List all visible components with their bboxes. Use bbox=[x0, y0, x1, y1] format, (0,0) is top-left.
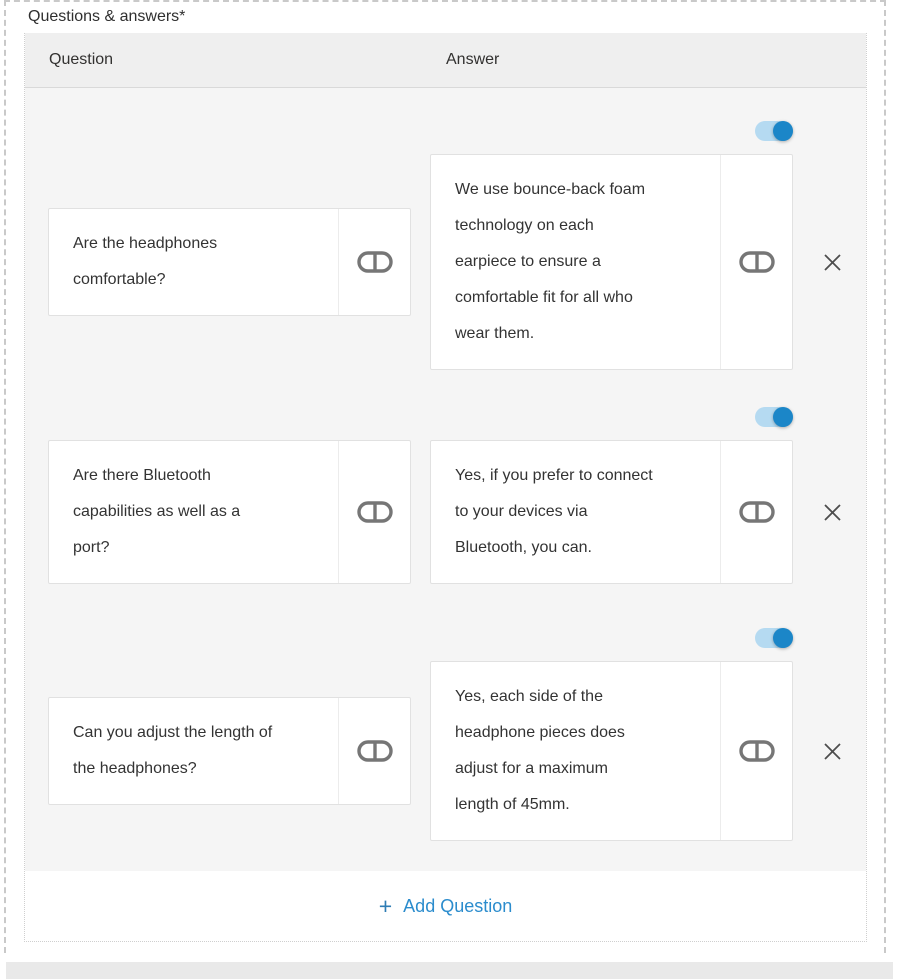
qa-table: Question Answer Are the headphones comfo… bbox=[24, 33, 867, 942]
toggle-knob-icon bbox=[773, 407, 793, 427]
answer-text-cell[interactable]: Yes, if you prefer to connect to your de… bbox=[431, 441, 720, 583]
close-icon bbox=[823, 503, 842, 522]
answer-field-type-button[interactable] bbox=[720, 155, 792, 369]
pill-toggle-icon bbox=[739, 740, 775, 762]
row-enabled-toggle[interactable] bbox=[755, 121, 793, 141]
answer-text: We use bounce-back foam technology on ea… bbox=[455, 172, 655, 352]
question-text-cell[interactable]: Can you adjust the length of the headpho… bbox=[49, 698, 338, 804]
row-toggle-container bbox=[48, 121, 793, 141]
qa-row: Are the headphones comfortable? We use b… bbox=[48, 88, 866, 370]
section-label: Questions & answers* bbox=[6, 2, 884, 33]
row-content: Can you adjust the length of the headpho… bbox=[48, 661, 866, 841]
question-text-cell[interactable]: Are there Bluetooth capabilities as well… bbox=[49, 441, 338, 583]
answer-text: Yes, if you prefer to connect to your de… bbox=[455, 458, 655, 566]
answer-text-cell[interactable]: Yes, each side of the headphone pieces d… bbox=[431, 662, 720, 840]
next-section-divider bbox=[6, 962, 893, 979]
remove-row-button[interactable] bbox=[820, 250, 844, 274]
close-icon bbox=[823, 742, 842, 761]
row-content: Are the headphones comfortable? We use b… bbox=[48, 154, 866, 370]
qa-table-body: Are the headphones comfortable? We use b… bbox=[25, 88, 866, 871]
qa-table-footer: + Add Question bbox=[25, 871, 866, 941]
qa-row: Are there Bluetooth capabilities as well… bbox=[48, 370, 866, 584]
question-field[interactable]: Are there Bluetooth capabilities as well… bbox=[48, 440, 411, 584]
pill-toggle-icon bbox=[739, 501, 775, 523]
pill-toggle-icon bbox=[357, 251, 393, 273]
answer-field-type-button[interactable] bbox=[720, 441, 792, 583]
column-header-answer: Answer bbox=[446, 51, 866, 69]
question-field[interactable]: Can you adjust the length of the headpho… bbox=[48, 697, 411, 805]
row-toggle-container bbox=[48, 628, 793, 648]
column-header-question: Question bbox=[25, 51, 446, 69]
question-field[interactable]: Are the headphones comfortable? bbox=[48, 208, 411, 316]
question-field-type-button[interactable] bbox=[338, 209, 410, 315]
pill-toggle-icon bbox=[739, 251, 775, 273]
remove-row-button[interactable] bbox=[820, 500, 844, 524]
question-text: Are the headphones comfortable? bbox=[73, 226, 273, 298]
answer-field[interactable]: Yes, each side of the headphone pieces d… bbox=[430, 661, 793, 841]
question-text: Can you adjust the length of the headpho… bbox=[73, 715, 273, 787]
question-text: Are there Bluetooth capabilities as well… bbox=[73, 458, 273, 566]
row-enabled-toggle[interactable] bbox=[755, 407, 793, 427]
close-icon bbox=[823, 253, 842, 272]
questions-answers-section: Questions & answers* Question Answer Are… bbox=[4, 0, 886, 953]
answer-field[interactable]: Yes, if you prefer to connect to your de… bbox=[430, 440, 793, 584]
row-enabled-toggle[interactable] bbox=[755, 628, 793, 648]
question-field-type-button[interactable] bbox=[338, 441, 410, 583]
row-content: Are there Bluetooth capabilities as well… bbox=[48, 440, 866, 584]
answer-text: Yes, each side of the headphone pieces d… bbox=[455, 679, 655, 823]
add-question-label: Add Question bbox=[403, 896, 512, 917]
answer-text-cell[interactable]: We use bounce-back foam technology on ea… bbox=[431, 155, 720, 369]
remove-row-button[interactable] bbox=[820, 739, 844, 763]
answer-field-type-button[interactable] bbox=[720, 662, 792, 840]
toggle-knob-icon bbox=[773, 121, 793, 141]
plus-icon: + bbox=[379, 896, 392, 916]
qa-table-header: Question Answer bbox=[25, 33, 866, 88]
question-field-type-button[interactable] bbox=[338, 698, 410, 804]
toggle-knob-icon bbox=[773, 628, 793, 648]
add-question-button[interactable]: + Add Question bbox=[379, 896, 513, 917]
answer-field[interactable]: We use bounce-back foam technology on ea… bbox=[430, 154, 793, 370]
row-toggle-container bbox=[48, 407, 793, 427]
pill-toggle-icon bbox=[357, 740, 393, 762]
question-text-cell[interactable]: Are the headphones comfortable? bbox=[49, 209, 338, 315]
pill-toggle-icon bbox=[357, 501, 393, 523]
qa-row: Can you adjust the length of the headpho… bbox=[48, 584, 866, 841]
